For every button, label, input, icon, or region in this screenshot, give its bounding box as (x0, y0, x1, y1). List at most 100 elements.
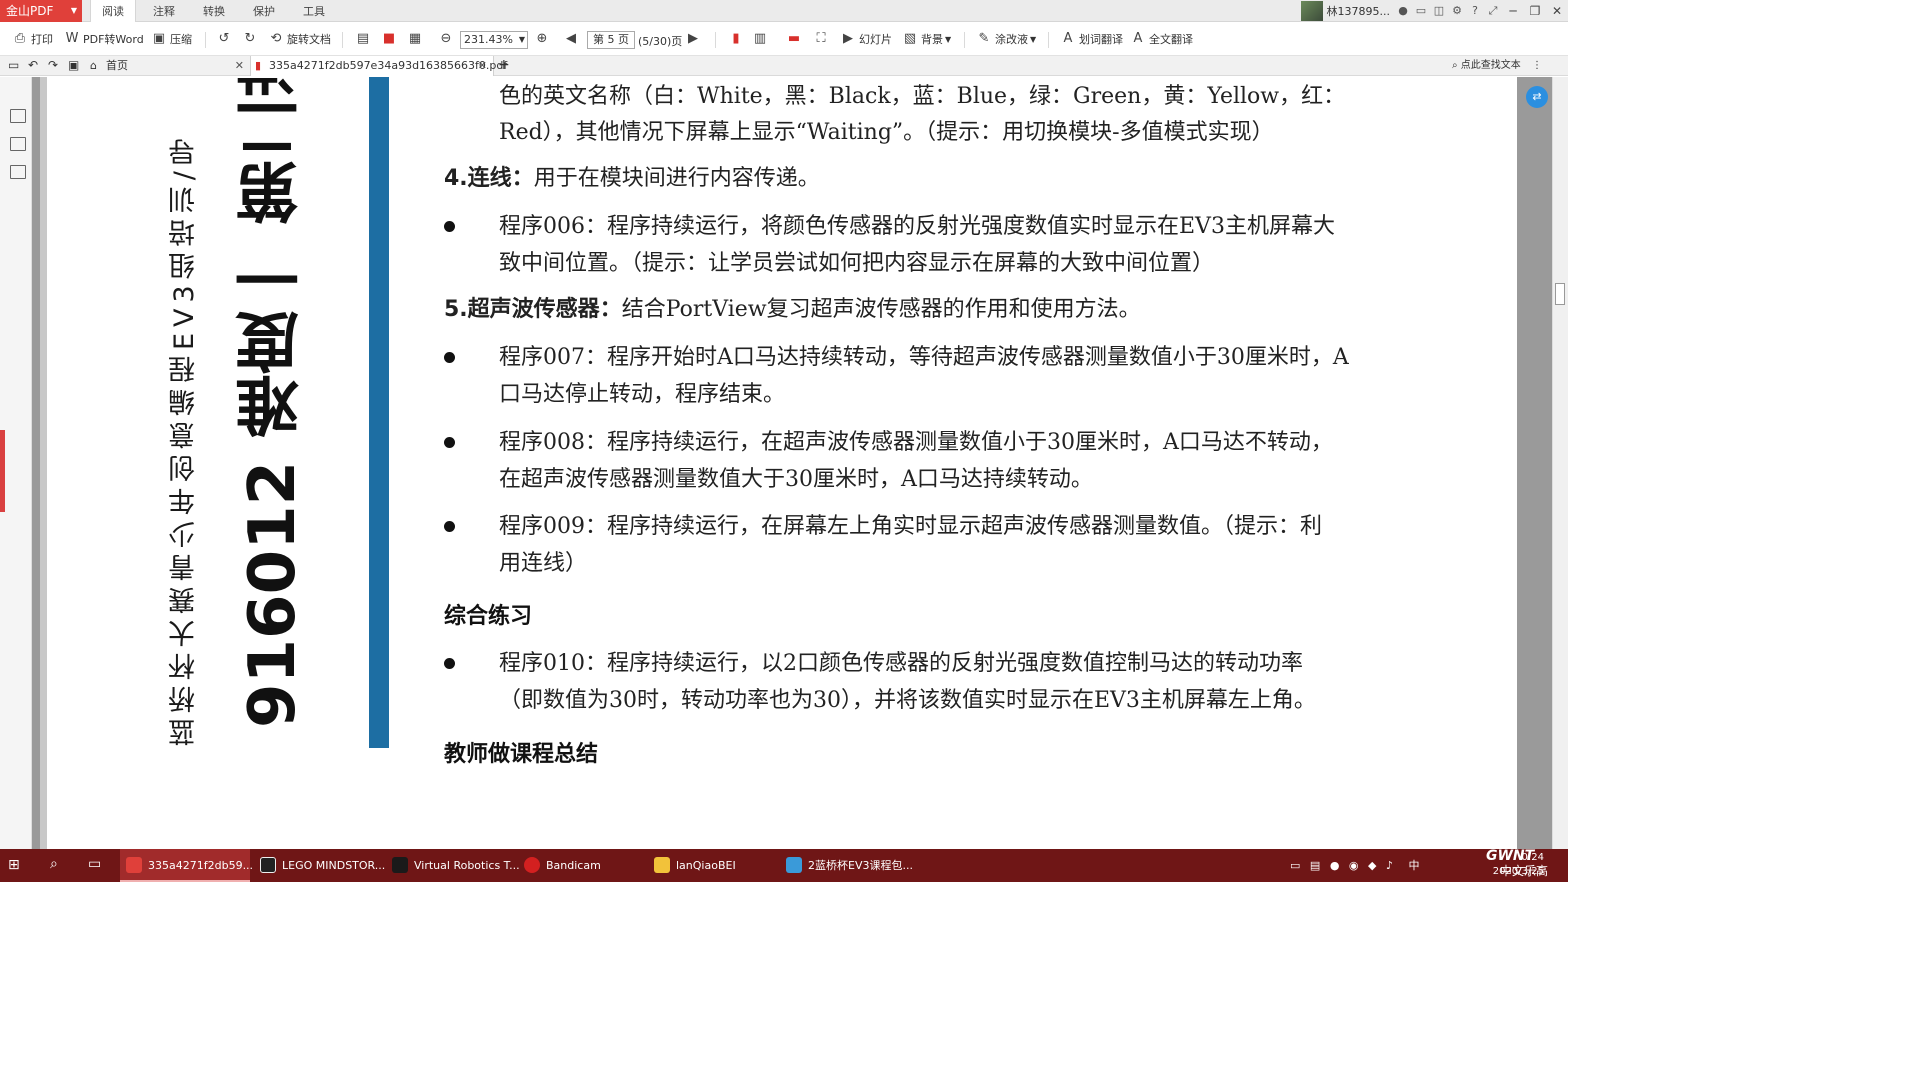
search-icon[interactable]: ⌕ (50, 856, 58, 872)
zoom-in-button[interactable]: ⊕ (534, 30, 553, 48)
slideshow-button[interactable]: ▶ 幻灯片 (840, 30, 892, 48)
page-view-button[interactable]: ▤ (355, 30, 374, 48)
vip-badge-icon[interactable]: ● (1394, 1, 1412, 21)
redo-icon[interactable]: ↷ (48, 58, 58, 72)
read-mode-button[interactable]: ▥ (752, 30, 771, 48)
save-icon[interactable]: ▣ (68, 58, 79, 72)
notification-icon[interactable]: ▤ (1310, 859, 1320, 872)
vertical-scrollbar[interactable] (1552, 77, 1568, 849)
prev-page-button[interactable]: ◀ (563, 30, 582, 48)
more-icon[interactable]: ⋮ (1532, 60, 1542, 71)
bullet-icon (444, 352, 455, 363)
divider (1048, 32, 1049, 48)
rotate-right-icon: ↻ (244, 31, 256, 46)
compress-button[interactable]: ▣ 压缩 (151, 30, 192, 48)
taskbar-item-virtual-robotics[interactable]: Virtual Robotics T... (386, 849, 520, 882)
page-input[interactable]: 第 5 页 (587, 31, 635, 49)
tab-protect[interactable]: 保护 (242, 0, 286, 22)
outline-icon[interactable] (10, 109, 26, 123)
word-translate-label: 划词翻译 (1079, 33, 1123, 46)
taskbar-item-bandicam[interactable]: Bandicam (518, 849, 642, 882)
divider (715, 32, 716, 48)
page-edge (40, 77, 47, 849)
close-icon[interactable]: ✕ (235, 56, 244, 76)
pdf-app-icon (126, 857, 142, 873)
avatar[interactable] (1300, 1, 1323, 21)
qq-icon[interactable]: ◆ (1368, 859, 1376, 872)
text-line: 程序007：程序开始时A口马达持续转动，等待超声波传感器测量数值小于30厘米时，… (499, 345, 1349, 370)
arrow-right-icon: ▶ (688, 31, 698, 46)
bandicam-icon (524, 857, 540, 873)
slideshow-label: 幻灯片 (859, 33, 892, 46)
fullscreen-button[interactable]: ⛶ (813, 30, 832, 48)
zoom-select[interactable]: 231.43% ▼ (460, 31, 528, 49)
text-line: Red），其他情况下屏幕上显示“Waiting”。（提示：用切换模块-多值模式实… (499, 120, 1274, 145)
tab-annotate[interactable]: 注释 (142, 0, 186, 22)
full-translate-button[interactable]: A 全文翻译 (1130, 30, 1193, 48)
skin-icon[interactable]: ◫ (1430, 1, 1448, 21)
tab-document[interactable]: ▮ 335a4271f2db597e34a93d16385663f0.pdf ✕ (250, 56, 507, 76)
wechat-icon[interactable]: ● (1330, 859, 1340, 872)
taskbar-item-pdf[interactable]: 335a4271f2db59... (120, 849, 253, 882)
fullscreen-icon[interactable]: ⤢ (1484, 1, 1502, 21)
text-line: 程序010：程序持续运行，以2口颜色传感器的反射光强度数值控制马达的转动功率 (499, 651, 1303, 676)
background-button[interactable]: ▧ 背景 ▼ (902, 30, 951, 48)
heading-practice: 综合练习 (444, 604, 533, 629)
actual-size-icon: ▦ (408, 31, 422, 46)
ime-indicator[interactable]: 中 (1409, 859, 1420, 872)
taskbar-item-lego[interactable]: LEGO MINDSTOR... (254, 849, 385, 882)
close-icon[interactable]: ✕ (478, 56, 487, 76)
tab-home[interactable]: ⌂ 首页 ✕ (90, 56, 250, 76)
tab-read[interactable]: 阅读 (90, 0, 136, 22)
message-icon[interactable]: ▭ (1412, 1, 1430, 21)
single-page-icon: ▤ (356, 31, 370, 46)
close-button[interactable]: ✕ (1546, 1, 1568, 21)
crop-button[interactable]: ▬ (786, 30, 805, 48)
user-name[interactable]: 林137895... (1327, 3, 1390, 19)
vertical-course-title: 蓝桥杯大赛青少年创意编程EV3组培训/导 (169, 132, 200, 746)
taskbar-item-label: Bandicam (546, 859, 601, 872)
taskbar-item-folder[interactable]: lanQiaoBEI (648, 849, 772, 882)
virtual-robotics-icon (392, 857, 408, 873)
taskbar-item-course[interactable]: 2蓝桥杯EV3课程包... (780, 849, 913, 882)
app-tray-icon[interactable]: ◉ (1349, 859, 1359, 872)
tab-document-label: 335a4271f2db597e34a93d16385663f0.pdf (269, 59, 508, 72)
windows-start-icon[interactable]: ⊞ (8, 857, 26, 875)
volume-icon[interactable]: ♪ (1386, 859, 1393, 872)
settings-icon[interactable]: ⚙ (1448, 1, 1466, 21)
annotations-icon[interactable] (10, 165, 26, 179)
panel-collapse-handle[interactable] (0, 430, 5, 512)
print-button[interactable]: ⎙ 打印 (12, 30, 53, 48)
bookmark-button[interactable]: ▮ (728, 30, 747, 48)
text-line: 色的英文名称（白：White，黑：Black，蓝：Blue，绿：Green，黄：… (499, 84, 1346, 109)
undo-icon[interactable]: ↶ (28, 58, 38, 72)
help-icon[interactable]: ? (1466, 1, 1484, 21)
tab-tools[interactable]: 工具 (292, 0, 336, 22)
correction-button[interactable]: ✎ 涂改液 ▼ (976, 30, 1037, 48)
fit-page-button[interactable]: ■ (381, 30, 400, 48)
rotate-left-button[interactable]: ↺ (216, 30, 235, 48)
word-translate-button[interactable]: A 划词翻译 (1060, 30, 1123, 48)
app-menu-button[interactable]: 金山PDF ▼ (0, 0, 82, 22)
text-line: （即数值为30时，转动功率也为30），并将该数值实时显示在EV3主机屏幕左上角。 (499, 688, 1316, 713)
thumbnail-icon[interactable] (10, 137, 26, 151)
folder-icon[interactable]: ▭ (8, 58, 19, 72)
restore-button[interactable]: ❐ (1524, 1, 1546, 21)
scrollbar-thumb[interactable] (1555, 283, 1565, 305)
new-tab-icon[interactable]: + (498, 57, 510, 73)
section-text: 用于在模块间进行内容传递。 (533, 166, 820, 191)
rotate-doc-button[interactable]: ⟲ 旋转文档 (268, 30, 331, 48)
find-text-button[interactable]: ⌕ 点此查找文本 ⋮ (1452, 56, 1542, 76)
background-label: 背景 (921, 33, 943, 46)
zoom-out-button[interactable]: ⊖ (438, 30, 457, 48)
float-tool-button[interactable]: ⇄ (1526, 86, 1548, 108)
actual-size-button[interactable]: ▦ (407, 30, 426, 48)
tab-convert[interactable]: 转换 (192, 0, 236, 22)
next-page-button[interactable]: ▶ (685, 30, 704, 48)
task-view-icon[interactable]: ▭ (88, 856, 101, 872)
text-line: 程序009：程序持续运行，在屏幕左上角实时显示超声波传感器测量数值。（提示：利 (499, 514, 1322, 539)
minimize-button[interactable]: ─ (1502, 1, 1524, 21)
pdf-to-word-button[interactable]: W PDF转Word (64, 30, 144, 48)
rotate-right-button[interactable]: ↻ (242, 30, 261, 48)
network-icon[interactable]: ▭ (1290, 859, 1300, 872)
